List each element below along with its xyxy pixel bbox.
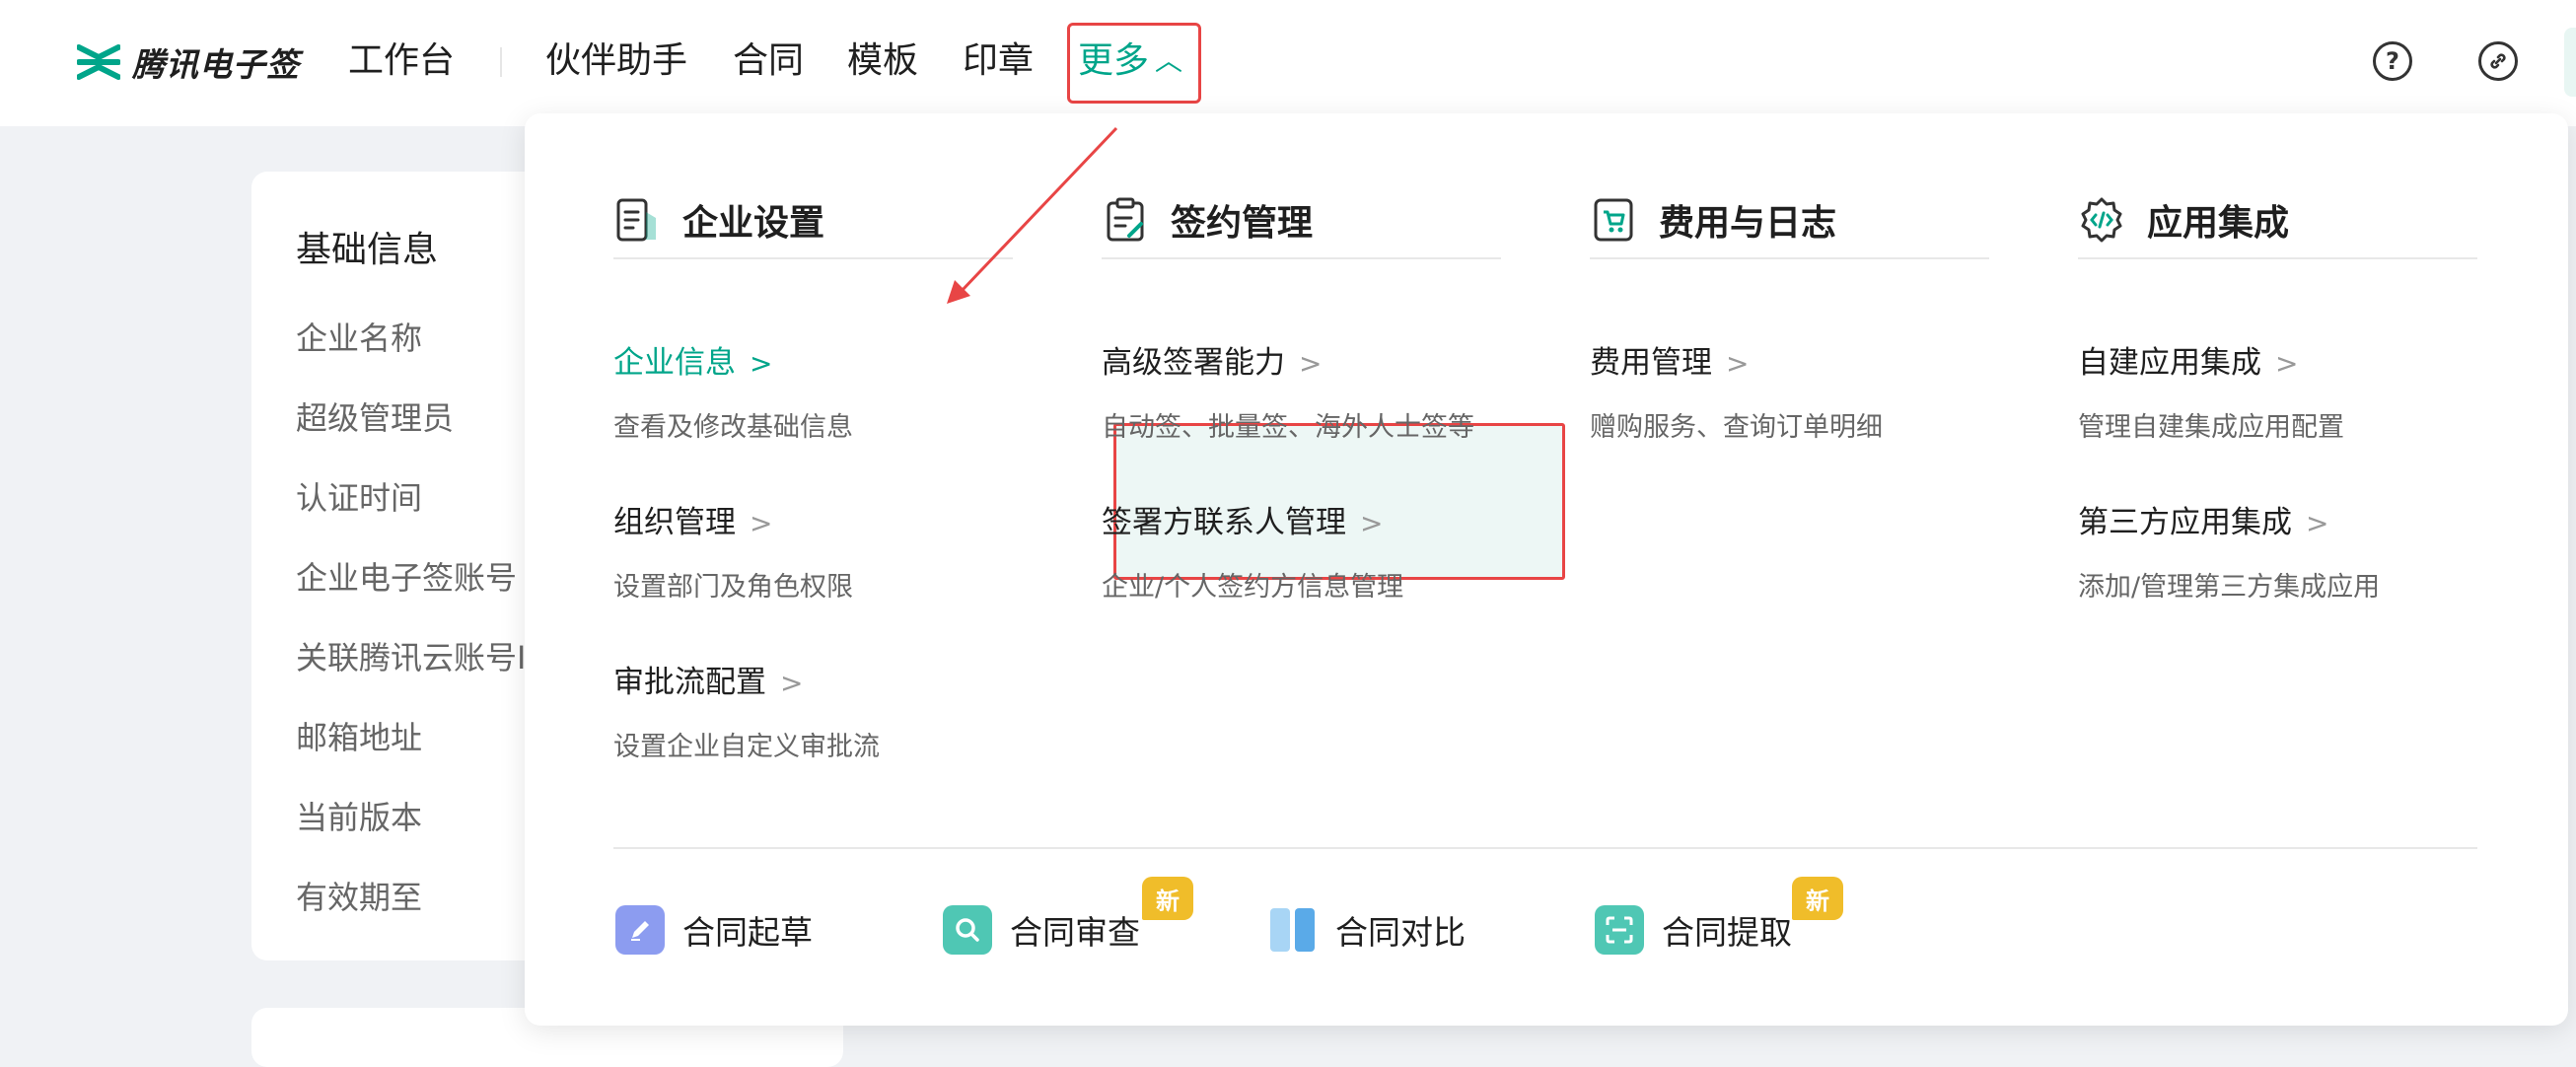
- nav-workbench[interactable]: 工作台: [348, 34, 455, 89]
- compare-icon: [1268, 905, 1318, 955]
- info-row-cert-time: 认证时间: [296, 479, 423, 517]
- chevron-right-icon: >: [1360, 507, 1384, 539]
- tool-contract-extraction[interactable]: 合同提取 新: [1595, 877, 1843, 960]
- tencent-esign-logo-icon: [77, 44, 120, 80]
- menu-column-app-integration: 应用集成: [2078, 182, 2477, 259]
- tool-contract-review[interactable]: 合同审查 新: [943, 877, 1193, 960]
- menu-item-title: 组织管理: [613, 505, 736, 540]
- tool-label: 合同起草: [682, 913, 813, 952]
- chevron-right-icon: >: [2275, 347, 2299, 380]
- menu-item-fee-management[interactable]: 费用管理 > 赠购服务、查询订单明细: [1590, 337, 1989, 444]
- menu-item-title: 费用管理: [1590, 345, 1712, 381]
- menu-item-third-party-integration[interactable]: 第三方应用集成 > 添加/管理第三方集成应用: [2078, 497, 2477, 604]
- tool-label: 合同审查: [1010, 913, 1140, 952]
- menu-item-desc: 赠购服务、查询订单明细: [1590, 412, 1883, 443]
- menu-item-title: 审批流配置: [613, 665, 766, 700]
- menu-item-desc: 添加/管理第三方集成应用: [2078, 572, 2381, 603]
- help-circle-icon[interactable]: ?: [2373, 41, 2412, 81]
- chevron-right-icon: >: [1726, 347, 1750, 380]
- menu-item-custom-app-integration[interactable]: 自建应用集成 > 管理自建集成应用配置: [2078, 337, 2477, 444]
- pen-icon: [615, 905, 665, 955]
- menu-item-desc: 管理自建集成应用配置: [2078, 412, 2344, 443]
- menu-item-approval-flow[interactable]: 审批流配置 > 设置企业自定义审批流: [613, 657, 1013, 763]
- menu-item-desc: 查看及修改基础信息: [613, 412, 853, 443]
- info-row-valid-until: 有效期至: [296, 879, 423, 916]
- chevron-right-icon: >: [1299, 347, 1323, 380]
- magnifier-icon: [943, 905, 992, 955]
- menu-item-desc: 设置部门及角色权限: [613, 572, 853, 603]
- tool-contract-drafting[interactable]: 合同起草: [615, 900, 813, 960]
- menu-item-title: 签署方联系人管理: [1102, 505, 1346, 540]
- menu-item-title: 第三方应用集成: [2078, 505, 2292, 540]
- code-gear-icon: [2081, 197, 2122, 243]
- brand-logo[interactable]: 腾讯电子签: [77, 37, 300, 87]
- info-row-version: 当前版本: [296, 799, 423, 836]
- link-icon[interactable]: [2478, 41, 2518, 81]
- new-badge: 新: [1142, 877, 1193, 920]
- chevron-right-icon: >: [2306, 507, 2329, 539]
- brand-name: 腾讯电子签: [132, 45, 300, 84]
- info-row-company-name: 企业名称: [296, 320, 423, 357]
- nav-seals[interactable]: 印章: [963, 34, 1034, 89]
- menu-item-advanced-signing[interactable]: 高级签署能力 > 自动签、批量签、海外人士签等: [1102, 337, 1501, 444]
- top-navigation-bar: 腾讯电子签 工作台 伙伴助手 合同 模板 印章 更多 ︿ ?: [0, 0, 2576, 126]
- info-row-super-admin: 超级管理员: [296, 399, 455, 437]
- nav-more-label: 更多: [1078, 40, 1150, 81]
- menu-item-title: 自建应用集成: [2078, 345, 2261, 381]
- scan-icon: [1595, 905, 1644, 955]
- tool-label: 合同提取: [1662, 913, 1792, 952]
- nav-partner-assistant[interactable]: 伙伴助手: [545, 34, 687, 89]
- cart-icon: [1594, 198, 1633, 242]
- account-button-edge[interactable]: [2564, 28, 2576, 97]
- menu-item-desc: 设置企业自定义审批流: [613, 732, 880, 762]
- menu-item-org-management[interactable]: 组织管理 > 设置部门及角色权限: [613, 497, 1013, 604]
- chevron-right-icon: >: [750, 347, 773, 380]
- new-badge: 新: [1792, 877, 1843, 920]
- menu-item-title: 高级签署能力: [1102, 345, 1285, 381]
- more-dropdown-panel: 企业设置 企业信息 > 查看及修改基础信息 组织管理 > 设置部门及角色权限 审批流…: [525, 113, 2568, 1026]
- clipboard-icon: [1107, 197, 1144, 242]
- link-glyph: [2490, 53, 2506, 69]
- chevron-right-icon: >: [780, 667, 804, 699]
- menu-column-signing-management: 签约管理: [1102, 182, 1501, 259]
- nav-more[interactable]: 更多 ︿: [1078, 34, 1182, 89]
- column-header: 企业设置: [613, 182, 1013, 259]
- column-title: 企业设置: [682, 203, 825, 244]
- nav-divider: [500, 47, 502, 77]
- tool-label: 合同对比: [1335, 913, 1466, 952]
- info-row-email: 邮箱地址: [296, 719, 423, 756]
- info-row-tencent-cloud-account: 关联腾讯云账号I: [296, 639, 527, 676]
- menu-item-title: 企业信息: [613, 345, 736, 381]
- menu-item-desc: 企业/个人签约方信息管理: [1102, 572, 1404, 603]
- tools-divider: [613, 847, 2477, 849]
- chevron-right-icon: >: [750, 507, 773, 539]
- menu-item-enterprise-info[interactable]: 企业信息 > 查看及修改基础信息: [613, 337, 1013, 444]
- column-title: 应用集成: [2147, 203, 2290, 244]
- info-row-esign-account: 企业电子签账号: [296, 559, 518, 597]
- tool-contract-compare[interactable]: 合同对比: [1268, 900, 1466, 960]
- chevron-up-icon: ︿: [1155, 44, 1183, 77]
- basic-info-title: 基础信息: [296, 230, 439, 270]
- menu-item-desc: 自动签、批量签、海外人士签等: [1102, 412, 1474, 443]
- menu-item-signer-contacts[interactable]: 签署方联系人管理 > 企业/个人签约方信息管理: [1102, 497, 1501, 604]
- column-header: 费用与日志: [1590, 182, 1989, 259]
- column-title: 费用与日志: [1659, 203, 1837, 244]
- menu-column-fees-logs: 费用与日志: [1590, 182, 1989, 259]
- column-header: 签约管理: [1102, 182, 1501, 259]
- document-icon: [616, 198, 656, 242]
- menu-column-enterprise-settings: 企业设置: [613, 182, 1013, 259]
- column-header: 应用集成: [2078, 182, 2477, 259]
- column-title: 签约管理: [1171, 203, 1314, 244]
- nav-templates[interactable]: 模板: [847, 34, 918, 89]
- nav-contracts[interactable]: 合同: [733, 34, 804, 89]
